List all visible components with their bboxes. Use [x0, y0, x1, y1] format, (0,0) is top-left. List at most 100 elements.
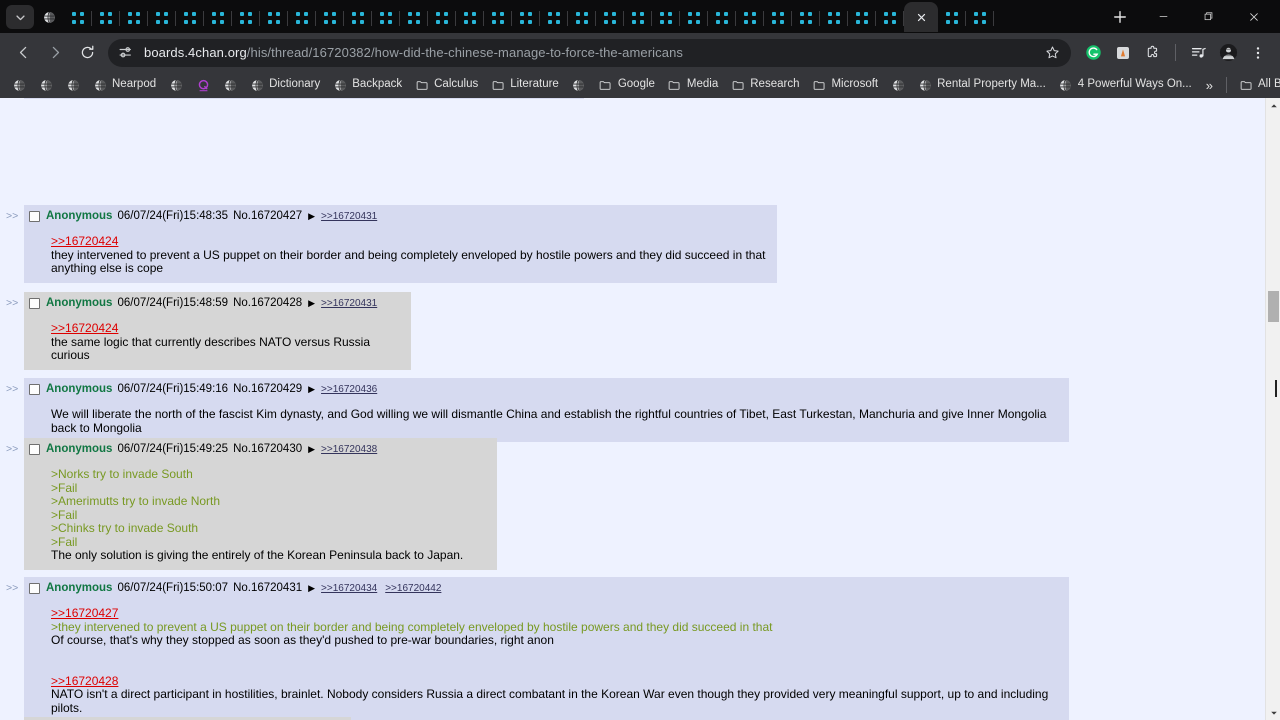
- tab[interactable]: [428, 4, 456, 32]
- tab[interactable]: [736, 4, 764, 32]
- bookmarks-overflow-button[interactable]: »: [1199, 75, 1220, 96]
- post-checkbox[interactable]: [29, 211, 40, 222]
- post-quotelink[interactable]: >>16720427: [51, 606, 1060, 621]
- tab[interactable]: [64, 4, 92, 32]
- post-backlink[interactable]: >>16720434: [321, 581, 377, 596]
- scroll-down-button[interactable]: [1266, 705, 1280, 720]
- minimize-button[interactable]: [1141, 0, 1186, 33]
- tab[interactable]: [316, 4, 344, 32]
- tab[interactable]: [966, 4, 994, 32]
- bookmark-item-google[interactable]: Google: [593, 75, 661, 96]
- bookmark-item-nearpod[interactable]: Nearpod: [87, 75, 162, 96]
- close-icon[interactable]: [916, 12, 927, 23]
- tab[interactable]: [624, 4, 652, 32]
- tab[interactable]: [36, 4, 64, 32]
- bookmark-star-button[interactable]: [1039, 40, 1065, 66]
- bookmark-item-5[interactable]: [190, 75, 216, 96]
- chrome-menu-button[interactable]: [1244, 38, 1272, 68]
- tab[interactable]: [652, 4, 680, 32]
- bookmark-item-backpack[interactable]: Backpack: [327, 75, 408, 96]
- post-backlink[interactable]: >>16720431: [321, 209, 377, 224]
- tune-icon[interactable]: [118, 44, 135, 61]
- grammarly-extension-button[interactable]: [1079, 38, 1107, 68]
- tab-search-button[interactable]: [6, 5, 34, 29]
- post-number[interactable]: No.16720428: [233, 296, 302, 311]
- bookmark-item-4[interactable]: [163, 75, 189, 96]
- tab[interactable]: [204, 4, 232, 32]
- post-quotelink[interactable]: >>16720424: [51, 321, 402, 336]
- close-window-button[interactable]: [1231, 0, 1276, 33]
- post-backlink[interactable]: >>16720438: [321, 442, 377, 457]
- bookmark-item-rental-property-ma[interactable]: Rental Property Ma...: [912, 75, 1052, 96]
- tab[interactable]: [120, 4, 148, 32]
- tab[interactable]: [876, 4, 904, 32]
- bookmark-item-4-powerful-ways-on[interactable]: 4 Powerful Ways On...: [1053, 75, 1198, 96]
- post-number[interactable]: No.16720427: [233, 209, 302, 224]
- post-checkbox[interactable]: [29, 298, 40, 309]
- tab[interactable]: [848, 4, 876, 32]
- address-bar[interactable]: boards.4chan.org/his/thread/16720382/how…: [108, 38, 1071, 67]
- tab[interactable]: [484, 4, 512, 32]
- tab[interactable]: [176, 4, 204, 32]
- tab[interactable]: [708, 4, 736, 32]
- tab[interactable]: [232, 4, 260, 32]
- post-backlink[interactable]: >>16720442: [385, 581, 441, 596]
- tab[interactable]: [568, 4, 596, 32]
- tab[interactable]: [512, 4, 540, 32]
- scrollbar-thumb[interactable]: [1268, 290, 1279, 322]
- post-number[interactable]: No.16720430: [233, 442, 302, 457]
- post-number[interactable]: No.16720431: [233, 581, 302, 596]
- post-menu-icon[interactable]: ▶: [308, 382, 315, 397]
- active-tab[interactable]: [904, 2, 938, 32]
- bookmark-item-microsoft[interactable]: Microsoft: [806, 75, 884, 96]
- post-menu-icon[interactable]: ▶: [308, 209, 315, 224]
- new-tab-button[interactable]: [1107, 4, 1133, 30]
- bookmark-item-calculus[interactable]: Calculus: [409, 75, 484, 96]
- post-menu-icon[interactable]: ▶: [308, 581, 315, 596]
- post-number[interactable]: No.16720429: [233, 382, 302, 397]
- tab[interactable]: [400, 4, 428, 32]
- bookmark-item-11[interactable]: [566, 75, 592, 96]
- post-checkbox[interactable]: [29, 384, 40, 395]
- tab[interactable]: [344, 4, 372, 32]
- tab[interactable]: [260, 4, 288, 32]
- tab[interactable]: [596, 4, 624, 32]
- tab[interactable]: [680, 4, 708, 32]
- all-bookmarks-button[interactable]: All Bookmarks: [1233, 75, 1280, 96]
- bookmark-item-research[interactable]: Research: [725, 75, 805, 96]
- page-scrollbar[interactable]: [1265, 98, 1280, 720]
- orange-extension-button[interactable]: [1109, 38, 1137, 68]
- media-playlist-button[interactable]: [1184, 38, 1212, 68]
- post-checkbox[interactable]: [29, 444, 40, 455]
- forward-button[interactable]: [40, 38, 70, 68]
- tab[interactable]: [792, 4, 820, 32]
- bookmark-item-dictionary[interactable]: Dictionary: [244, 75, 326, 96]
- maximize-button[interactable]: [1186, 0, 1231, 33]
- post-quotelink[interactable]: >>16720424: [51, 234, 768, 249]
- tab[interactable]: [764, 4, 792, 32]
- post-quotelink[interactable]: >>16720428: [51, 674, 1060, 689]
- tab[interactable]: [820, 4, 848, 32]
- post-checkbox[interactable]: [29, 583, 40, 594]
- bookmark-item-1[interactable]: [33, 75, 59, 96]
- tab[interactable]: [92, 4, 120, 32]
- tab[interactable]: [540, 4, 568, 32]
- scroll-up-button[interactable]: [1266, 98, 1280, 113]
- tab[interactable]: [456, 4, 484, 32]
- profile-avatar-button[interactable]: [1214, 38, 1242, 68]
- tab[interactable]: [288, 4, 316, 32]
- extensions-button[interactable]: [1139, 38, 1167, 68]
- bookmark-item-0[interactable]: [6, 75, 32, 96]
- post-menu-icon[interactable]: ▶: [308, 296, 315, 311]
- tab[interactable]: [938, 4, 966, 32]
- bookmark-item-literature[interactable]: Literature: [485, 75, 565, 96]
- back-button[interactable]: [8, 38, 38, 68]
- post-backlink[interactable]: >>16720436: [321, 382, 377, 397]
- bookmark-item-2[interactable]: [60, 75, 86, 96]
- tab[interactable]: [372, 4, 400, 32]
- tab-list[interactable]: [36, 0, 1102, 33]
- tab[interactable]: [148, 4, 176, 32]
- reload-button[interactable]: [72, 38, 102, 68]
- bookmark-item-6[interactable]: [217, 75, 243, 96]
- bookmark-item-media[interactable]: Media: [662, 75, 724, 96]
